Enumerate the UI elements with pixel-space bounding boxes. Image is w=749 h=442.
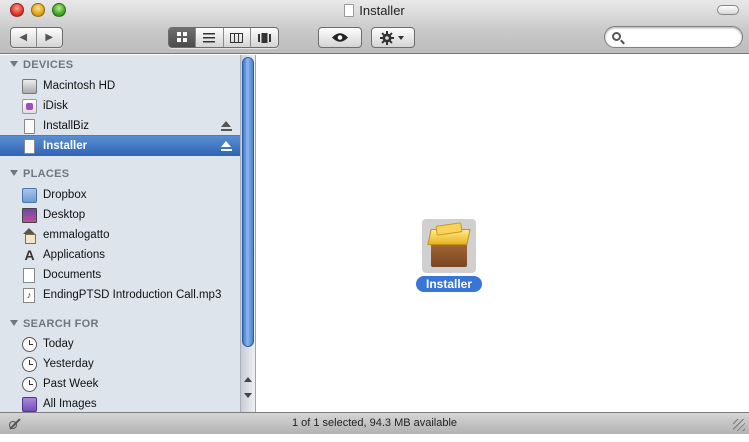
sidebar-item-label: Documents — [43, 269, 102, 281]
status-text: 1 of 1 selected, 94.3 MB available — [291, 417, 458, 429]
sidebar-item-installer[interactable]: Installer — [0, 135, 240, 156]
sidebar-item-label: Dropbox — [43, 189, 87, 201]
sidebar-scrollbar[interactable] — [240, 55, 255, 412]
sidebar-item-installbiz[interactable]: InstallBiz — [0, 116, 240, 136]
sidebar-header-places[interactable]: PLACES — [10, 168, 69, 180]
sidebar-item-applications[interactable]: A Applications — [0, 245, 240, 265]
sidebar-header-devices[interactable]: DEVICES — [10, 59, 73, 71]
hard-drive-icon — [22, 78, 37, 94]
scroll-up-arrow-icon[interactable] — [244, 377, 252, 382]
sidebar-header-label: SEARCH FOR — [23, 318, 99, 330]
folder-icon — [22, 187, 37, 203]
volume-icon — [24, 118, 35, 134]
view-mode-control — [168, 27, 279, 48]
window-title: Installer — [0, 3, 749, 18]
icon-view-button[interactable] — [169, 28, 197, 47]
document-icon — [23, 267, 35, 283]
column-view-button[interactable] — [224, 28, 251, 47]
sidebar-item-desktop[interactable]: Desktop — [0, 205, 240, 225]
sidebar-item-past-week[interactable]: Past Week — [0, 374, 240, 394]
sidebar-item-today[interactable]: Today — [0, 334, 240, 354]
sidebar-item-label: Applications — [43, 249, 106, 261]
sidebar-item-label: All Images — [43, 398, 97, 410]
sidebar-item-home[interactable]: emmalogatto — [0, 225, 240, 245]
icon-view-icon — [176, 32, 187, 42]
sidebar-item-macintosh-hd[interactable]: Macintosh HD — [0, 76, 240, 96]
sidebar-item-label: emmalogatto — [43, 229, 110, 241]
sidebar-item-documents[interactable]: Documents — [0, 265, 240, 285]
sidebar-item-label: Desktop — [43, 209, 86, 221]
clock-icon — [22, 376, 37, 392]
disclosure-triangle-icon — [10, 320, 18, 326]
sidebar-header-label: DEVICES — [23, 59, 74, 71]
search-icon — [612, 32, 621, 41]
file-item-installer[interactable]: Installer — [410, 219, 488, 292]
applications-icon: A — [24, 246, 35, 263]
column-view-icon — [230, 32, 244, 43]
back-forward-control: ◀ ▶ — [10, 27, 63, 48]
sidebar-item-label: Installer — [43, 140, 88, 152]
list-view-icon — [203, 32, 216, 42]
file-browser-area[interactable]: Installer — [257, 55, 749, 412]
disclosure-triangle-icon — [10, 170, 18, 176]
toolbar-toggle-button[interactable] — [717, 5, 739, 15]
sidebar-header-label: PLACES — [23, 168, 70, 180]
sidebar-item-label: iDisk — [43, 100, 68, 112]
sidebar: DEVICES Macintosh HD iDisk InstallBiz In… — [0, 55, 256, 412]
eject-icon[interactable] — [221, 121, 232, 131]
search-field[interactable] — [604, 26, 743, 48]
action-menu-button[interactable] — [371, 27, 415, 48]
quick-look-button[interactable] — [318, 27, 362, 48]
sidebar-item-dropbox[interactable]: Dropbox — [0, 185, 240, 205]
volume-icon — [24, 138, 35, 154]
scroll-down-arrow-icon[interactable] — [244, 393, 252, 398]
sidebar-item-label: Today — [43, 338, 74, 350]
sidebar-item-all-images[interactable]: All Images — [0, 394, 240, 412]
sidebar-item-endingptsd-mp3[interactable]: ♪ EndingPTSD Introduction Call.mp3 — [0, 285, 240, 305]
sidebar-item-label: Past Week — [43, 378, 99, 390]
back-button[interactable]: ◀ — [11, 28, 37, 47]
sidebar-header-search-for[interactable]: SEARCH FOR — [10, 318, 99, 330]
status-bar: 1 of 1 selected, 94.3 MB available — [0, 412, 749, 434]
sidebar-item-label: Macintosh HD — [43, 80, 116, 92]
package-icon — [422, 219, 476, 273]
volume-icon — [344, 4, 355, 17]
window-title-text: Installer — [359, 3, 405, 18]
window-toolbar: Installer ◀ ▶ — [0, 0, 749, 54]
sidebar-item-label: Yesterday — [43, 358, 94, 370]
sidebar-item-yesterday[interactable]: Yesterday — [0, 354, 240, 374]
images-icon — [22, 396, 37, 412]
audio-file-icon: ♪ — [23, 287, 35, 303]
resize-grip-icon[interactable] — [733, 419, 745, 431]
sidebar-item-label: EndingPTSD Introduction Call.mp3 — [43, 289, 222, 301]
back-arrow-icon: ◀ — [19, 32, 28, 43]
desktop-icon — [22, 207, 37, 223]
disclosure-triangle-icon — [10, 61, 18, 67]
forward-arrow-icon: ▶ — [45, 32, 54, 43]
cover-flow-button[interactable] — [251, 28, 278, 47]
gear-icon — [380, 30, 404, 45]
clock-icon — [22, 336, 37, 352]
home-icon — [22, 227, 37, 244]
sidebar-item-label: InstallBiz — [43, 120, 90, 132]
clock-icon — [22, 356, 37, 372]
eye-icon — [332, 33, 348, 42]
forward-button[interactable]: ▶ — [37, 28, 62, 47]
chevron-down-icon — [398, 35, 404, 40]
search-input[interactable] — [625, 30, 737, 44]
scrollbar-thumb[interactable] — [242, 57, 254, 347]
eject-icon[interactable] — [221, 141, 232, 151]
list-view-button[interactable] — [196, 28, 224, 47]
cover-flow-icon — [257, 32, 271, 43]
idisk-icon — [22, 98, 37, 114]
sidebar-item-idisk[interactable]: iDisk — [0, 96, 240, 116]
file-item-label: Installer — [415, 276, 483, 292]
